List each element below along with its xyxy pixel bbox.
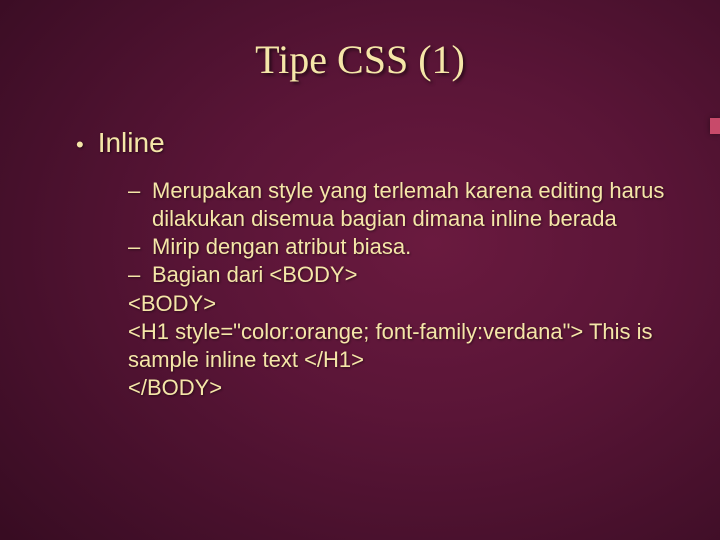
bullet-dot-icon: •	[76, 134, 84, 156]
code-text: </BODY>	[128, 374, 670, 402]
code-text: <H1 style="color:orange; font-family:ver…	[128, 318, 670, 374]
code-line: </BODY>	[128, 374, 670, 402]
dash-icon: –	[128, 233, 152, 261]
sub-bullet-text: Mirip dengan atribut biasa.	[152, 233, 670, 261]
code-text: <BODY>	[128, 290, 670, 318]
code-line: <BODY>	[128, 290, 670, 318]
edge-accent	[710, 118, 720, 134]
sub-bullet-block: – Merupakan style yang terlemah karena e…	[128, 177, 670, 402]
dash-icon: –	[128, 177, 152, 205]
sub-bullet-text: Bagian dari <BODY>	[152, 261, 670, 289]
bullet-level1: • Inline	[76, 127, 670, 159]
bullet-level1-text: Inline	[98, 127, 165, 159]
slide: Tipe CSS (1) • Inline – Merupakan style …	[0, 0, 720, 540]
sub-bullet-item: – Bagian dari <BODY>	[128, 261, 670, 289]
sub-bullet-item: – Mirip dengan atribut biasa.	[128, 233, 670, 261]
code-line: <H1 style="color:orange; font-family:ver…	[128, 318, 670, 374]
slide-title: Tipe CSS (1)	[50, 36, 670, 83]
dash-icon: –	[128, 261, 152, 289]
sub-bullet-text: Merupakan style yang terlemah karena edi…	[152, 177, 670, 233]
sub-bullet-item: – Merupakan style yang terlemah karena e…	[128, 177, 670, 233]
